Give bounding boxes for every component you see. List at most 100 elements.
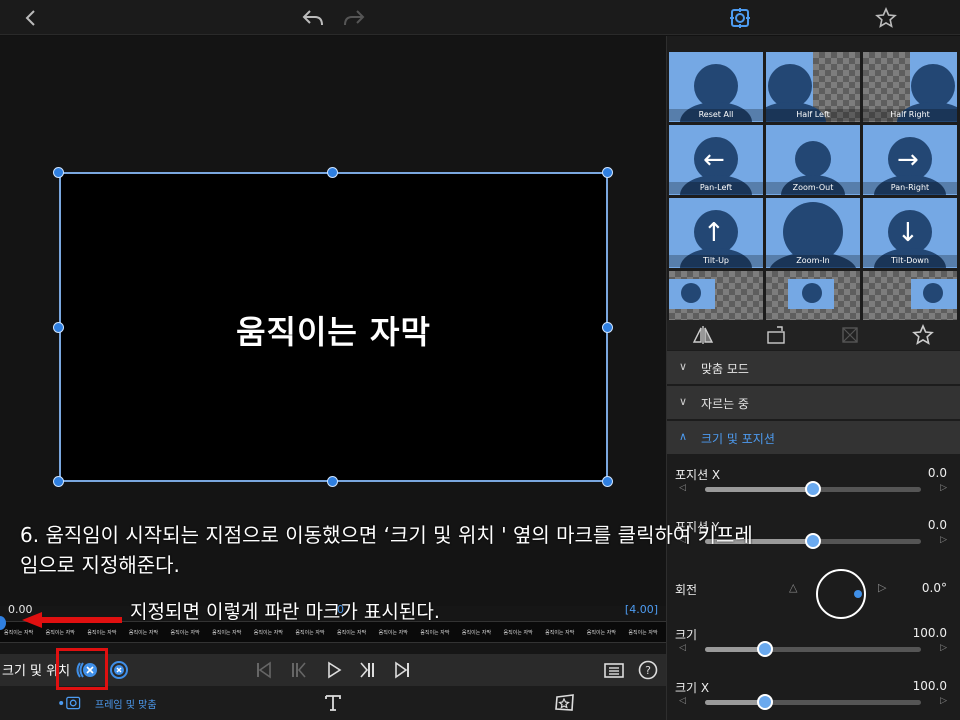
preset-pan-right[interactable]: → Pan-Right [863, 125, 957, 195]
position-x-slider[interactable] [705, 481, 921, 497]
rotation-label: 회전 [675, 583, 698, 597]
preview-canvas[interactable]: 움직이는 자막 [59, 172, 608, 482]
transform-preset-grid: Reset All Half Left Half Right ← Pan-Left Zoo… [667, 50, 960, 320]
resize-handle-top-left[interactable] [53, 167, 64, 178]
undo-icon[interactable] [300, 5, 326, 31]
rotation-value[interactable]: 0.0° [922, 581, 947, 595]
preset-tilt-up[interactable]: ↑ Tilt-Up [669, 198, 763, 268]
section-size-position[interactable]: ∧ 크기 및 포지션 [667, 421, 960, 454]
position-y-value[interactable]: 0.0 [928, 518, 947, 532]
resize-handle-bottom-left[interactable] [53, 476, 64, 487]
arrow-icon: ← [703, 145, 725, 175]
preset-label: Tilt-Down [863, 255, 957, 267]
rotate-90-icon[interactable] [764, 323, 788, 347]
preset-reset-all[interactable]: Reset All [669, 52, 763, 122]
transform-tool-row [667, 320, 960, 350]
resize-handle-bottom[interactable] [327, 476, 338, 487]
resize-handle-top-right[interactable] [602, 167, 613, 178]
preset-tilt-down[interactable]: ↓ Tilt-Down [863, 198, 957, 268]
timeline-frame[interactable]: 움직이는 자막 [624, 622, 666, 642]
increment-icon[interactable]: ▷ [940, 643, 947, 653]
annotation-note: 지정되면 이렇게 파란 마크가 표시된다. [130, 601, 440, 623]
preset-favorite-icon[interactable] [911, 323, 935, 347]
position-y-slider-thumb[interactable] [805, 533, 821, 549]
timeline-frame[interactable]: 움직이는 자막 [541, 622, 583, 642]
frame-fit-tab-label[interactable]: 프레임 및 맞춤 [95, 696, 157, 711]
preset-half-right[interactable]: Half Right [863, 52, 957, 122]
bottom-tab-bar: 프레임 및 맞춤 [0, 686, 666, 720]
scale-slider-thumb[interactable] [757, 641, 774, 657]
timeline-list-icon[interactable] [602, 658, 626, 682]
inspector-panel: Reset All Half Left Half Right ← Pan-Left Zoo… [666, 36, 960, 720]
preset-pan-left[interactable]: ← Pan-Left [669, 125, 763, 195]
effects-tab-icon[interactable] [553, 691, 577, 715]
decrement-icon[interactable]: ◁ [679, 643, 686, 653]
redo-icon[interactable] [341, 5, 367, 31]
preset-zoom-out[interactable]: Zoom-Out [766, 125, 860, 195]
play-icon[interactable] [322, 658, 346, 682]
arrow-icon: → [897, 145, 919, 175]
transform-target-icon[interactable] [727, 5, 753, 31]
preset-half-left[interactable]: Half Left [766, 52, 860, 122]
chevron-left-icon[interactable] [18, 5, 44, 31]
svg-text:?: ? [645, 664, 651, 677]
crop-disabled-icon [838, 323, 862, 347]
scale-x-control: 크기 X 100.0 ◁ ▷ [667, 679, 960, 720]
star-icon[interactable] [873, 5, 899, 31]
increment-icon[interactable]: ▷ [940, 696, 947, 706]
scale-x-value[interactable]: 100.0 [913, 679, 947, 693]
section-fit-mode-label: 맞춤 모드 [701, 362, 749, 376]
arrow-icon: ↓ [897, 218, 919, 248]
annotation-highlight-box [56, 648, 108, 690]
flip-horizontal-icon[interactable] [691, 323, 715, 347]
preset-label: Reset All [669, 109, 763, 121]
rotate-right-icon[interactable]: ▷ [878, 581, 886, 594]
instruction-line-1: 6. 움직임이 시작되는 지점으로 이동했으면 ‘크기 및 위치 ' 옆의 마크… [20, 523, 753, 547]
text-tab-icon[interactable] [321, 691, 345, 715]
decrement-icon[interactable]: ◁ [679, 483, 686, 493]
preset-label: Zoom-Out [766, 182, 860, 194]
resize-handle-left[interactable] [53, 322, 64, 333]
rotation-dial[interactable] [816, 569, 866, 619]
preset-partial[interactable] [863, 271, 957, 320]
instruction-line-2: 임으로 지정해준다. [20, 553, 180, 577]
section-size-position-label: 크기 및 포지션 [701, 432, 775, 446]
position-x-slider-thumb[interactable] [805, 481, 821, 497]
preset-partial[interactable] [766, 271, 860, 320]
preset-zoom-in[interactable]: Zoom-In [766, 198, 860, 268]
scale-value[interactable]: 100.0 [913, 626, 947, 640]
skip-to-start-icon[interactable] [252, 658, 276, 682]
scale-x-slider-thumb[interactable] [757, 694, 774, 710]
position-x-label: 포지션 X [675, 468, 721, 482]
previous-frame-icon[interactable] [286, 658, 310, 682]
decrement-icon[interactable]: ◁ [679, 696, 686, 706]
preset-partial[interactable] [669, 271, 763, 320]
skip-to-end-icon[interactable] [390, 658, 414, 682]
next-frame-icon[interactable] [356, 658, 380, 682]
arrow-icon: ↑ [703, 218, 725, 248]
section-cropping-label: 자르는 중 [701, 397, 749, 411]
resize-handle-top[interactable] [327, 167, 338, 178]
increment-icon[interactable]: ▷ [940, 535, 947, 545]
scale-slider[interactable] [705, 641, 921, 657]
preset-label: Tilt-Up [669, 255, 763, 267]
caption-text[interactable]: 움직이는 자막 [61, 307, 606, 353]
resize-handle-bottom-right[interactable] [602, 476, 613, 487]
section-cropping[interactable]: ∨ 자르는 중 [667, 386, 960, 419]
chevron-up-icon: ∧ [679, 430, 688, 443]
chevron-down-icon: ∨ [679, 360, 688, 373]
increment-icon[interactable]: ▷ [940, 483, 947, 493]
rotation-dial-indicator[interactable] [854, 590, 862, 598]
section-fit-mode[interactable]: ∨ 맞춤 모드 [667, 351, 960, 384]
timeline-frame[interactable]: 움직이는 자막 [458, 622, 500, 642]
help-icon[interactable]: ? [636, 658, 660, 682]
position-x-value[interactable]: 0.0 [928, 466, 947, 480]
resize-handle-right[interactable] [602, 322, 613, 333]
keyframe-remove-icon[interactable] [107, 658, 131, 682]
frame-fit-tab-icon[interactable] [58, 691, 82, 715]
timeline-frame[interactable]: 움직이는 자막 [500, 622, 542, 642]
scale-x-slider[interactable] [705, 694, 921, 710]
rotate-left-icon[interactable]: △ [789, 581, 797, 594]
position-x-control: 포지션 X 0.0 ◁ ▷ [667, 466, 960, 518]
timeline-frame[interactable]: 움직이는 자막 [583, 622, 625, 642]
